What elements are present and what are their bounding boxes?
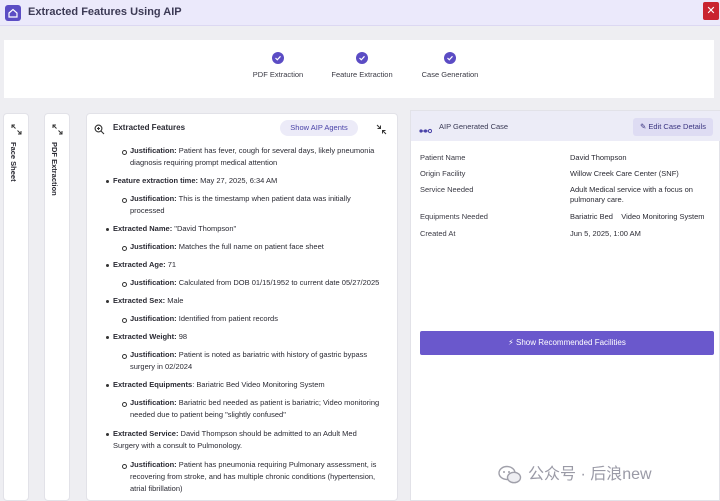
list-item: Extracted Age: 71 [106,259,383,271]
list-item: Justification: Matches the full name on … [122,241,383,253]
show-recommended-facilities-button[interactable]: ⚡ Show Recommended Facilities [420,331,714,355]
step-case-generation[interactable]: Case Generation [395,52,505,79]
label-created-at: Created At [420,229,456,238]
value-equipments-needed: Bariatric Bed Video Monitoring System [570,212,705,221]
show-aip-agents-button[interactable]: Show AIP Agents [280,120,358,136]
case-title: AIP Generated Case [439,122,509,131]
face-sheet-label: Face Sheet [9,142,18,182]
list-item: Justification: Calculated from DOB 01/15… [122,277,383,289]
label-service-needed: Service Needed [420,185,474,194]
recommend-label: Show Recommended Facilities [516,338,626,347]
nodes-icon [419,122,433,140]
progress-stepper: PDF Extraction Feature Extraction Case G… [4,40,714,98]
label-origin-facility: Origin Facility [420,169,466,178]
list-item: Justification: Patient has pneumonia req… [122,459,383,495]
watermark-text: 公众号 · 后浪new [528,466,652,483]
window-title: Extracted Features Using AIP [28,6,182,18]
label-patient-name: Patient Name [420,153,466,162]
list-item: Justification: Bariatric bed needed as p… [122,397,383,421]
value-service-needed: Adult Medical service with a focus on pu… [570,185,693,204]
list-item: Justification: This is the timestamp whe… [122,193,383,217]
value-created-at: Jun 5, 2025, 1:00 AM [570,229,641,238]
list-item: Justification: Identified from patient r… [122,313,383,325]
list-item: Extracted Name: "David Thompson" [106,223,383,235]
lightning-icon: ⚡ [508,338,514,347]
case-header: AIP Generated Case ✎ Edit Case Details [411,111,720,141]
watermark: 公众号 · 后浪new [498,460,652,486]
value-patient-name: David Thompson [570,153,627,162]
list-item: Extracted Weight: 98 [106,331,383,343]
label-equipments-needed: Equipments Needed [420,212,488,221]
features-header: Extracted Features Show AIP Agents [87,114,397,142]
check-icon [356,52,368,64]
value-origin-facility: Willow Creek Care Center (SNF) [570,169,679,178]
list-item: Extracted Sex: Male [106,295,383,307]
features-list: Justification: Patient has fever, cough … [87,142,397,500]
edit-case-details-button[interactable]: ✎ Edit Case Details [633,118,713,136]
edit-case-label: Edit Case Details [648,122,706,131]
list-item: Justification: Patient has fever, cough … [122,145,383,169]
list-item: Extracted Service: David Thompson should… [106,428,383,452]
generated-case-panel: AIP Generated Case ✎ Edit Case Details P… [410,110,720,501]
list-item: Feature extraction time: May 27, 2025, 6… [106,175,383,187]
pencil-icon: ✎ [640,122,647,131]
expand-icon[interactable] [52,122,63,140]
list-item: Justification: Patient is noted as baria… [122,349,383,373]
title-bar: Extracted Features Using AIP ✕ [0,0,720,26]
features-title: Extracted Features [113,123,186,132]
collapse-icon[interactable] [376,122,387,140]
pdf-extraction-label: PDF Extraction [50,142,59,196]
expand-icon[interactable] [11,122,22,140]
face-sheet-tab[interactable]: Face Sheet [3,113,29,501]
close-button[interactable]: ✕ [703,2,719,20]
list-item: Extracted Equipments: Bariatric Bed Vide… [106,379,383,391]
pdf-extraction-tab[interactable]: PDF Extraction [44,113,70,501]
app-home-icon [5,5,21,21]
extracted-features-panel: Extracted Features Show AIP Agents Justi… [86,113,398,501]
step-label: Case Generation [421,70,479,79]
check-icon [272,52,284,64]
check-icon [444,52,456,64]
wechat-icon [498,465,522,485]
zoom-in-icon[interactable] [94,122,105,140]
